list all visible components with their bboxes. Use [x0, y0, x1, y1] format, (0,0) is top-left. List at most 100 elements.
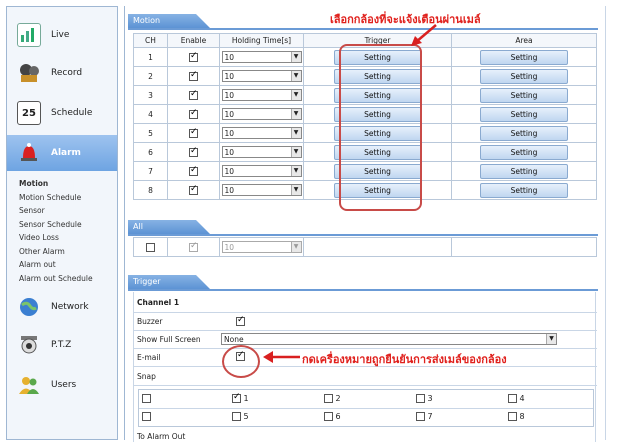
divider	[134, 385, 597, 386]
area-setting-button[interactable]: Setting	[480, 49, 568, 65]
area-setting-button[interactable]: Setting	[480, 144, 568, 160]
holding-time-select[interactable]: 10 ▼	[221, 108, 302, 120]
show-full-screen-label: Show Full Screen	[137, 335, 201, 344]
snap-item[interactable]: 3	[416, 394, 433, 403]
sidebar-item-label: Network	[51, 302, 89, 312]
submenu-alarm-out[interactable]: Alarm out	[19, 258, 117, 272]
snap-item[interactable]: 2	[324, 394, 341, 403]
sidebar-item-users[interactable]: Users	[7, 367, 117, 403]
sidebar-item-schedule[interactable]: 25 Schedule	[7, 95, 117, 131]
channel-number: 6	[133, 142, 168, 162]
all-select-checkbox[interactable]	[146, 242, 155, 252]
snap-item[interactable]: 7	[416, 412, 433, 421]
col-header-holding-time: Holding Time[s]	[219, 33, 304, 48]
submenu-motion-schedule[interactable]: Motion Schedule	[19, 191, 117, 205]
section-bar	[128, 234, 598, 236]
area-setting-button[interactable]: Setting	[480, 68, 568, 84]
divider	[134, 312, 597, 313]
snap-item[interactable]: 5	[232, 412, 249, 421]
sidebar-item-label: Users	[51, 380, 77, 390]
channel-number: 1	[133, 47, 168, 67]
sidebar: Live Record 25 Schedule Alarm Motion Mot…	[6, 6, 118, 440]
buzzer-checkbox[interactable]	[236, 315, 245, 326]
holding-time-select[interactable]: 10 ▼	[221, 165, 302, 177]
enable-checkbox[interactable]	[189, 165, 198, 176]
snap-item[interactable]: 6	[324, 412, 341, 421]
enable-checkbox[interactable]	[189, 70, 198, 81]
area-setting-button[interactable]: Setting	[480, 106, 568, 122]
enable-checkbox[interactable]	[189, 127, 198, 138]
channel-number: 3	[133, 85, 168, 105]
enable-checkbox[interactable]	[189, 108, 198, 119]
channel-number: 4	[133, 104, 168, 124]
chevron-down-icon: ▼	[290, 185, 301, 195]
divider	[124, 6, 125, 440]
snap-item[interactable]	[142, 412, 151, 421]
area-setting-button[interactable]: Setting	[480, 163, 568, 179]
holding-time-select[interactable]: 10 ▼	[221, 146, 302, 158]
divider	[139, 408, 593, 409]
holding-time-select[interactable]: 10 ▼	[221, 70, 302, 82]
enable-checkbox[interactable]	[189, 89, 198, 100]
show-full-screen-select[interactable]: None ▼	[221, 333, 557, 345]
section-tab-all: All	[128, 220, 210, 234]
users-icon	[17, 373, 41, 397]
all-table: 10▼	[133, 237, 597, 257]
calendar-day: 25	[22, 107, 36, 119]
ptz-icon	[17, 333, 41, 357]
col-header-ch: CH	[133, 33, 168, 48]
email-label: E-mail	[137, 353, 161, 362]
record-icon	[17, 61, 41, 85]
snap-item[interactable]: 4	[508, 394, 525, 403]
holding-time-select[interactable]: 10 ▼	[221, 89, 302, 101]
all-enable-checkbox	[189, 241, 198, 252]
submenu-motion[interactable]: Motion	[19, 177, 117, 191]
live-icon	[17, 23, 41, 47]
sidebar-item-label: P.T.Z	[51, 340, 72, 350]
holding-time-select[interactable]: 10 ▼	[221, 51, 302, 63]
snap-item[interactable]: 8	[508, 412, 525, 421]
sidebar-item-label: Record	[51, 68, 83, 78]
sidebar-item-ptz[interactable]: P.T.Z	[7, 327, 117, 363]
sidebar-item-alarm[interactable]: Alarm	[7, 135, 117, 171]
sidebar-item-live[interactable]: Live	[7, 17, 117, 53]
alarm-icon	[17, 141, 41, 165]
enable-checkbox[interactable]	[189, 146, 198, 157]
submenu-alarm-out-schedule[interactable]: Alarm out Schedule	[19, 272, 117, 286]
sidebar-item-label: Live	[51, 30, 70, 40]
area-setting-button[interactable]: Setting	[480, 125, 568, 141]
divider	[605, 6, 606, 440]
sidebar-item-network[interactable]: Network	[7, 289, 117, 325]
snap-item[interactable]: 1	[232, 392, 249, 403]
enable-checkbox[interactable]	[189, 51, 198, 62]
col-header-area: Area	[451, 33, 597, 48]
chevron-down-icon: ▼	[290, 242, 301, 252]
snap-label: Snap	[137, 372, 156, 381]
highlight-trigger-column	[339, 44, 422, 211]
enable-checkbox[interactable]	[189, 184, 198, 195]
submenu-other-alarm[interactable]: Other Alarm	[19, 245, 117, 259]
chevron-down-icon: ▼	[290, 52, 301, 62]
chevron-down-icon: ▼	[546, 334, 556, 344]
area-setting-button[interactable]: Setting	[480, 182, 568, 198]
section-bar	[128, 289, 598, 291]
annotation-confirm-email: กดเครื่องหมายถูกยืนยันการส่งเมล์ของกล้อง	[302, 353, 507, 366]
section-bar	[128, 28, 598, 30]
alarm-out-label: To Alarm Out	[137, 432, 186, 441]
sidebar-item-label: Alarm	[51, 148, 81, 158]
channel-number: 2	[133, 66, 168, 86]
channel-number: 5	[133, 123, 168, 143]
chevron-down-icon: ▼	[290, 109, 301, 119]
arrow-icon	[411, 24, 437, 46]
chevron-down-icon: ▼	[290, 90, 301, 100]
holding-time-select[interactable]: 10 ▼	[221, 184, 302, 196]
channel-number: 7	[133, 161, 168, 181]
snap-item[interactable]	[142, 394, 151, 403]
submenu-sensor-schedule[interactable]: Sensor Schedule	[19, 218, 117, 232]
holding-time-select[interactable]: 10 ▼	[221, 127, 302, 139]
snap-grid: 1 2 3 4 5 6 7 8	[138, 389, 594, 427]
area-setting-button[interactable]: Setting	[480, 87, 568, 103]
submenu-sensor[interactable]: Sensor	[19, 204, 117, 218]
sidebar-item-record[interactable]: Record	[7, 55, 117, 91]
submenu-video-loss[interactable]: Video Loss	[19, 231, 117, 245]
